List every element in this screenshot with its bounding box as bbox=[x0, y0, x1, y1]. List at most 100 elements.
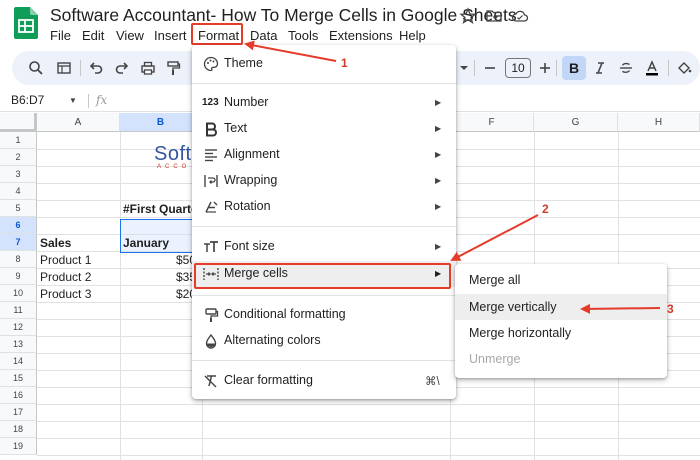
format-dropdown-menu: Theme 123 Number ▶ Text ▶ Alignment ▶ Wr… bbox=[192, 45, 456, 399]
menu-extensions[interactable]: Extensions bbox=[329, 27, 393, 45]
menu-data[interactable]: Data bbox=[250, 27, 277, 45]
menu-tools[interactable]: Tools bbox=[288, 27, 318, 45]
submenu-arrow-icon: ▶ bbox=[435, 202, 442, 211]
submenu-arrow-icon: ▶ bbox=[435, 98, 442, 107]
submenu-item-merge-vertically[interactable]: Merge vertically bbox=[455, 294, 667, 320]
cell-b7[interactable]: January bbox=[123, 235, 169, 252]
font-size-label: Font size bbox=[224, 239, 275, 253]
row-header-15[interactable]: 15 bbox=[0, 370, 37, 387]
strikethrough-icon[interactable] bbox=[618, 60, 634, 76]
search-icon[interactable] bbox=[28, 60, 44, 76]
conditional-formatting-label: Conditional formatting bbox=[224, 307, 346, 321]
menu-view[interactable]: View bbox=[116, 27, 144, 45]
name-box-caret-icon[interactable]: ▼ bbox=[69, 96, 77, 105]
menu-item-clear-formatting[interactable]: Clear formatting ⌘\ bbox=[192, 368, 456, 394]
number-label: Number bbox=[224, 95, 269, 109]
submenu-item-unmerge: Unmerge bbox=[469, 352, 521, 366]
submenu-item-merge-all[interactable]: Merge all bbox=[455, 267, 667, 293]
column-header-a[interactable]: A bbox=[37, 113, 120, 132]
row-header-14[interactable]: 14 bbox=[0, 353, 37, 370]
column-header-f[interactable]: F bbox=[450, 113, 534, 132]
annotation-step-1: 1 bbox=[341, 56, 348, 70]
redo-icon[interactable] bbox=[114, 60, 130, 76]
menu-edit[interactable]: Edit bbox=[82, 27, 104, 45]
clear-formatting-shortcut: ⌘\ bbox=[425, 376, 440, 388]
row-header-1[interactable]: 1 bbox=[0, 132, 37, 149]
paint-format-icon[interactable] bbox=[165, 60, 181, 76]
font-size-icon bbox=[204, 241, 218, 252]
submenu-arrow-icon: ▶ bbox=[435, 124, 442, 133]
italic-icon[interactable] bbox=[592, 60, 608, 76]
menu-item-number[interactable]: 123 Number ▶ bbox=[192, 90, 456, 116]
row-header-6[interactable]: 6 bbox=[0, 217, 37, 234]
cloud-status-icon[interactable] bbox=[511, 7, 529, 25]
text-label: Text bbox=[224, 121, 247, 135]
submenu-item-merge-horizontally[interactable]: Merge horizontally bbox=[455, 320, 667, 346]
text-color-icon[interactable] bbox=[644, 60, 660, 76]
menu-item-alignment[interactable]: Alignment ▶ bbox=[192, 142, 456, 168]
cell-a10[interactable]: Product 3 bbox=[40, 286, 91, 303]
row-header-3[interactable]: 3 bbox=[0, 166, 37, 183]
menu-item-conditional-formatting[interactable]: Conditional formatting bbox=[192, 302, 456, 328]
conditional-formatting-icon bbox=[205, 308, 219, 322]
clear-formatting-label: Clear formatting bbox=[224, 373, 313, 387]
alternating-colors-label: Alternating colors bbox=[224, 333, 321, 347]
star-icon[interactable] bbox=[459, 7, 477, 25]
row-header-17[interactable]: 17 bbox=[0, 404, 37, 421]
rotation-label: Rotation bbox=[224, 199, 271, 213]
row-header-13[interactable]: 13 bbox=[0, 336, 37, 353]
cell-b5[interactable]: #First Quarter bbox=[123, 201, 202, 218]
menus-icon[interactable] bbox=[56, 60, 72, 76]
font-dropdown-caret-icon[interactable] bbox=[456, 60, 472, 76]
cell-a8[interactable]: Product 1 bbox=[40, 252, 91, 269]
row-header-4[interactable]: 4 bbox=[0, 183, 37, 200]
increase-font-size-icon[interactable] bbox=[537, 60, 553, 76]
row-header-8[interactable]: 8 bbox=[0, 251, 37, 268]
move-folder-icon[interactable] bbox=[485, 7, 503, 25]
select-all-corner[interactable] bbox=[0, 113, 37, 132]
row-header-2[interactable]: 2 bbox=[0, 149, 37, 166]
row-header-11[interactable]: 11 bbox=[0, 302, 37, 319]
software-accountant-logo-subtext: ACCO bbox=[157, 164, 191, 170]
decrease-font-size-icon[interactable] bbox=[482, 60, 498, 76]
menu-item-alternating-colors[interactable]: Alternating colors bbox=[192, 328, 456, 354]
menu-item-text[interactable]: Text ▶ bbox=[192, 116, 456, 142]
google-sheets-logo-icon[interactable] bbox=[14, 7, 38, 39]
document-title[interactable]: Software Accountant- How To Merge Cells … bbox=[50, 5, 517, 26]
wrapping-label: Wrapping bbox=[224, 173, 278, 187]
undo-icon[interactable] bbox=[88, 60, 104, 76]
column-header-b[interactable]: B bbox=[120, 113, 202, 132]
menu-insert[interactable]: Insert bbox=[154, 27, 187, 45]
theme-label: Theme bbox=[224, 56, 263, 70]
text-rotation-icon bbox=[205, 201, 218, 213]
row-header-10[interactable]: 10 bbox=[0, 285, 37, 302]
row-header-7[interactable]: 7 bbox=[0, 234, 37, 251]
menu-item-rotation[interactable]: Rotation ▶ bbox=[192, 194, 456, 220]
cell-a9[interactable]: Product 2 bbox=[40, 269, 91, 286]
row-header-12[interactable]: 12 bbox=[0, 319, 37, 336]
menu-item-theme[interactable]: Theme bbox=[192, 51, 456, 77]
menu-item-wrapping[interactable]: Wrapping ▶ bbox=[192, 168, 456, 194]
align-icon bbox=[205, 149, 217, 162]
row-header-19[interactable]: 19 bbox=[0, 438, 37, 455]
print-icon[interactable] bbox=[140, 60, 156, 76]
submenu-arrow-icon: ▶ bbox=[435, 150, 442, 159]
row-header-16[interactable]: 16 bbox=[0, 387, 37, 404]
software-accountant-logo-image: Soft bbox=[154, 143, 192, 165]
fill-color-icon[interactable] bbox=[676, 60, 692, 76]
menu-item-font-size[interactable]: Font size ▶ bbox=[192, 234, 456, 260]
bold-button[interactable]: B bbox=[562, 56, 586, 80]
alternating-colors-icon bbox=[205, 333, 217, 349]
font-size-input[interactable]: 10 bbox=[505, 58, 531, 78]
menu-file[interactable]: File bbox=[50, 27, 71, 45]
column-header-h[interactable]: H bbox=[618, 113, 700, 132]
row-header-5[interactable]: 5 bbox=[0, 200, 37, 217]
name-box[interactable]: B6:D7 bbox=[11, 93, 44, 107]
row-header-9[interactable]: 9 bbox=[0, 268, 37, 285]
number-icon: 123 bbox=[202, 97, 219, 108]
row-header-18[interactable]: 18 bbox=[0, 421, 37, 438]
cell-a7[interactable]: Sales bbox=[40, 235, 71, 252]
bold-icon bbox=[206, 122, 217, 137]
column-header-g[interactable]: G bbox=[534, 113, 618, 132]
menu-help[interactable]: Help bbox=[399, 27, 426, 45]
